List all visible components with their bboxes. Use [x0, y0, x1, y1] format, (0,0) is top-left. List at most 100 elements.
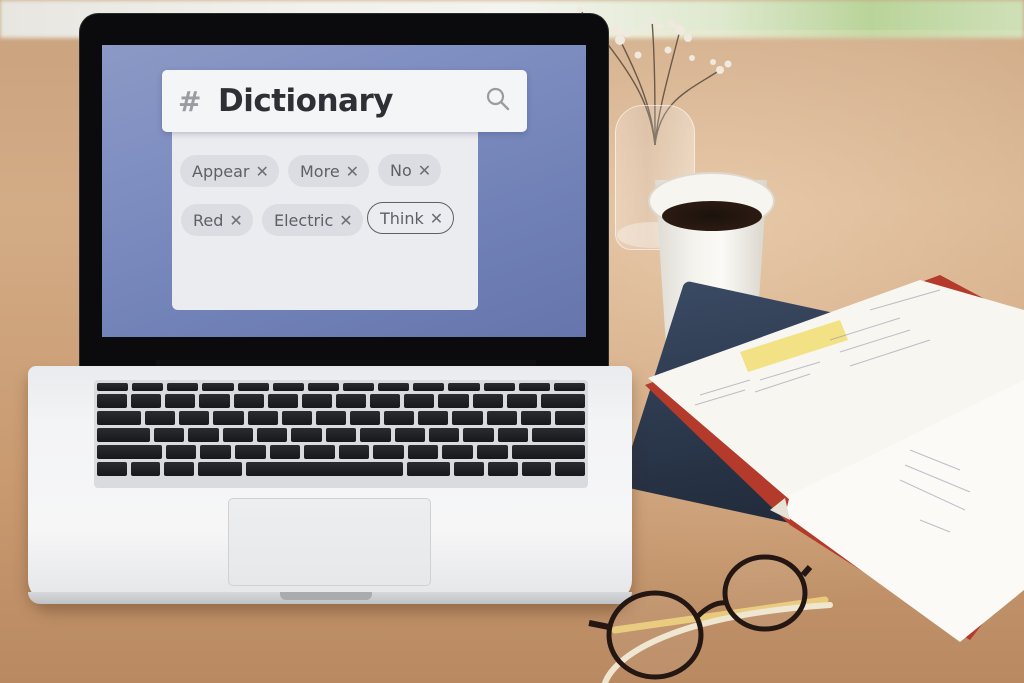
key[interactable]	[222, 428, 254, 442]
key[interactable]	[291, 428, 322, 442]
arrow-right-key[interactable]	[555, 462, 585, 476]
key[interactable]	[179, 411, 210, 425]
command-key-right[interactable]	[406, 462, 451, 476]
fn-key[interactable]	[97, 462, 127, 476]
key[interactable]	[154, 428, 185, 442]
key[interactable]	[407, 445, 439, 459]
key[interactable]	[360, 428, 391, 442]
key[interactable]	[237, 383, 269, 391]
key[interactable]	[553, 383, 585, 391]
keyboard	[94, 380, 588, 488]
tag-think-selected[interactable]: Think ✕	[367, 202, 455, 234]
shift-key-left[interactable]	[97, 445, 162, 459]
space-bar[interactable]	[245, 462, 403, 476]
trackpad[interactable]	[228, 498, 431, 586]
tag-label: No	[390, 160, 412, 180]
return-key[interactable]	[532, 428, 586, 442]
dictionary-search-bar[interactable]: # Dictionary	[162, 70, 527, 132]
hash-icon: #	[178, 84, 202, 118]
key[interactable]	[472, 394, 503, 408]
tag-label: Appear	[192, 161, 250, 181]
tag-red[interactable]: Red ✕	[181, 204, 253, 236]
key[interactable]	[233, 394, 264, 408]
tag-appear[interactable]: Appear ✕	[180, 155, 279, 187]
tag-label: Electric	[274, 210, 334, 230]
key[interactable]	[463, 428, 494, 442]
key[interactable]	[267, 394, 298, 408]
key[interactable]	[97, 383, 129, 391]
key[interactable]	[167, 383, 199, 391]
remove-tag-icon[interactable]: ✕	[339, 211, 352, 230]
key[interactable]	[132, 383, 164, 391]
remove-tag-icon[interactable]: ✕	[229, 211, 242, 230]
key[interactable]	[518, 383, 550, 391]
key[interactable]	[373, 445, 404, 459]
key[interactable]	[257, 428, 288, 442]
caps-lock-key[interactable]	[97, 428, 151, 442]
arrow-up-down-key[interactable]	[521, 462, 552, 476]
key[interactable]	[335, 394, 367, 408]
key[interactable]	[199, 394, 230, 408]
key[interactable]	[307, 383, 339, 391]
key[interactable]	[342, 383, 375, 391]
key[interactable]	[418, 411, 449, 425]
key[interactable]	[315, 411, 347, 425]
key[interactable]	[213, 411, 244, 425]
key[interactable]	[554, 411, 586, 425]
tag-label: More	[300, 161, 340, 181]
key[interactable]	[301, 394, 332, 408]
key[interactable]	[448, 383, 480, 391]
lid-notch	[280, 592, 372, 600]
shift-key-right[interactable]	[511, 445, 586, 459]
search-icon[interactable]	[485, 86, 511, 112]
key[interactable]	[269, 445, 301, 459]
remove-tag-icon[interactable]: ✕	[346, 162, 359, 181]
key[interactable]	[200, 445, 232, 459]
arrow-left-key[interactable]	[487, 462, 518, 476]
key[interactable]	[520, 411, 551, 425]
key[interactable]	[247, 411, 278, 425]
key[interactable]	[378, 383, 410, 391]
key[interactable]	[97, 394, 128, 408]
key[interactable]	[325, 428, 357, 442]
remove-tag-icon[interactable]: ✕	[255, 162, 268, 181]
key[interactable]	[497, 428, 528, 442]
remove-tag-icon[interactable]: ✕	[418, 161, 431, 180]
tab-key[interactable]	[97, 411, 142, 425]
key[interactable]	[506, 394, 537, 408]
key[interactable]	[304, 445, 335, 459]
key[interactable]	[338, 445, 370, 459]
key[interactable]	[394, 428, 425, 442]
control-key[interactable]	[130, 462, 161, 476]
option-key-right[interactable]	[454, 462, 484, 476]
key[interactable]	[145, 411, 176, 425]
key[interactable]	[235, 445, 266, 459]
delete-key[interactable]	[540, 394, 586, 408]
key[interactable]	[486, 411, 517, 425]
tag-no[interactable]: No ✕	[378, 154, 442, 186]
key[interactable]	[442, 445, 474, 459]
key[interactable]	[165, 394, 196, 408]
key[interactable]	[452, 411, 483, 425]
key[interactable]	[413, 383, 445, 391]
key[interactable]	[370, 394, 401, 408]
eyeglasses	[588, 554, 833, 683]
key[interactable]	[483, 383, 515, 391]
key[interactable]	[131, 394, 162, 408]
key[interactable]	[281, 411, 312, 425]
key[interactable]	[272, 383, 304, 391]
key[interactable]	[165, 445, 197, 459]
key[interactable]	[202, 383, 234, 391]
key[interactable]	[384, 411, 415, 425]
tag-more[interactable]: More ✕	[288, 155, 370, 187]
option-key[interactable]	[164, 462, 195, 476]
tag-electric[interactable]: Electric ✕	[262, 204, 363, 236]
key[interactable]	[404, 394, 435, 408]
command-key-left[interactable]	[198, 462, 242, 476]
key[interactable]	[438, 394, 469, 408]
key[interactable]	[188, 428, 219, 442]
remove-tag-icon[interactable]: ✕	[430, 209, 443, 228]
key[interactable]	[477, 445, 508, 459]
key[interactable]	[350, 411, 381, 425]
key[interactable]	[428, 428, 460, 442]
